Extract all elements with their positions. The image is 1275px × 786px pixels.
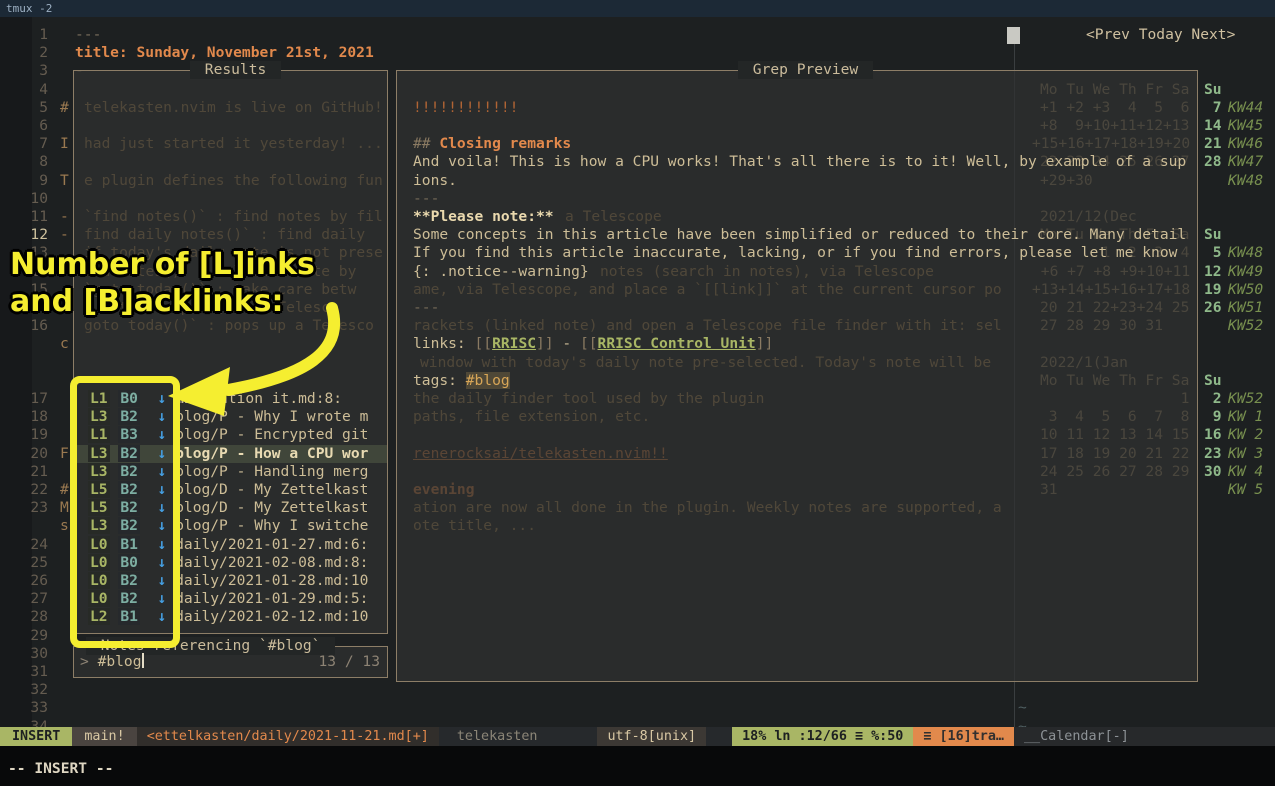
plugin-name: telekasten xyxy=(439,727,556,746)
preview-line: --- xyxy=(413,190,439,209)
current-filename: <ettelkasten/daily/2021-11-21.md[+] xyxy=(137,727,439,746)
preview-line: If you find this article inaccurate, lac… xyxy=(413,244,1177,263)
preview-text: links: xyxy=(413,335,475,352)
preview-line: --- xyxy=(413,299,439,318)
result-filename: …i mention it.md:8: xyxy=(175,390,342,407)
search-prompt-input[interactable]: > #blog xyxy=(80,653,144,672)
terminal-screen: tmux -2 12345#67I89T1011-12-1314-15-e16c… xyxy=(0,0,1275,786)
preview-line: Some concepts in this article have been … xyxy=(413,226,1186,245)
preview-line: ions. xyxy=(413,172,457,191)
command-line-message: -- INSERT -- xyxy=(8,760,113,777)
result-filename: blog/D - My Zettelkast xyxy=(175,481,368,498)
preview-text: - xyxy=(554,335,580,352)
cursor-position: 18% ln :12/66 ≡ %:50 xyxy=(732,727,913,746)
preview-text: If you find this article inaccurate, lac… xyxy=(413,244,1177,261)
preview-line: And voila! This is how a CPU works! That… xyxy=(413,153,1186,172)
result-counter: 13 / 13 xyxy=(230,653,380,672)
annotation-line-2: and [B]acklinks: xyxy=(10,283,315,320)
wiki-link: RRISC xyxy=(492,335,536,352)
result-filename: blog/P - Why I wrote m xyxy=(175,408,368,425)
result-filename: blog/P - How a CPU wor xyxy=(175,445,368,462)
result-filename: blog/D - My Zettelkast xyxy=(175,499,368,516)
annotation-text: Number of [L]inks and [B]acklinks: xyxy=(10,246,315,320)
statusline: INSERT main! <ettelkasten/daily/2021-11-… xyxy=(0,727,1014,746)
result-filename: daily/2021-01-27.md:6: xyxy=(175,536,368,553)
git-branch: main! xyxy=(72,727,136,746)
preview-text: tags: xyxy=(413,372,466,389)
preview-text: And voila! This is how a CPU works! That… xyxy=(413,153,1186,170)
preview-text: ## xyxy=(413,135,439,152)
preview-line: links: [[RRISC]] - [[RRISC Control Unit]… xyxy=(413,335,773,354)
calendar-status-text: __Calendar[-] xyxy=(1024,729,1129,744)
result-filename: blog/P - Encrypted git xyxy=(175,426,368,443)
preview-text: ]] xyxy=(536,335,554,352)
preview-text: ions. xyxy=(413,172,457,189)
preview-line: {: .notice--warning} xyxy=(413,263,589,282)
links-backlinks-highlight-box xyxy=(70,376,180,648)
tag-chip: #blog xyxy=(466,372,510,389)
preview-text: ]] xyxy=(756,335,774,352)
buffer-indicator: ≡ [16]tra… xyxy=(913,727,1014,746)
wiki-link: RRISC Control Unit xyxy=(598,335,756,352)
preview-text: !!!!!!!!!!!! xyxy=(413,99,518,116)
result-filename: daily/2021-01-28.md:10 xyxy=(175,572,368,589)
preview-line: ## Closing remarks xyxy=(413,135,571,154)
mode-indicator: INSERT xyxy=(0,727,72,746)
result-filename: daily/2021-02-08.md:8: xyxy=(175,554,368,571)
preview-text: [[ xyxy=(475,335,493,352)
prompt-query: #blog xyxy=(98,653,142,670)
text-cursor xyxy=(142,653,144,668)
preview-text: {: .notice--warning} xyxy=(413,263,589,280)
file-encoding: utf-8[unix] xyxy=(597,727,706,746)
result-filename: daily/2021-02-12.md:10 xyxy=(175,608,368,625)
preview-line: **Please note:** xyxy=(413,208,554,227)
preview-text: --- xyxy=(413,190,439,207)
preview-text: **Please note:** xyxy=(413,208,554,225)
preview-text: [[ xyxy=(580,335,598,352)
floating-windows-text: > #blog 13 / 13 L1 B0 ↓ …i mention it.md… xyxy=(0,0,1275,786)
preview-text: --- xyxy=(413,299,439,316)
result-filename: blog/P - Handling merg xyxy=(175,463,368,480)
preview-text: Closing remarks xyxy=(439,135,571,152)
preview-line: tags: #blog xyxy=(413,372,510,391)
prompt-marker: > xyxy=(80,653,98,670)
result-filename: blog/P - Why I switche xyxy=(175,517,368,534)
calendar-statusline: __Calendar[-] xyxy=(1014,727,1275,746)
preview-text: Some concepts in this article have been … xyxy=(413,226,1186,243)
annotation-line-1: Number of [L]inks xyxy=(10,246,315,283)
result-filename: daily/2021-01-29.md:5: xyxy=(175,590,368,607)
preview-line: !!!!!!!!!!!! xyxy=(413,99,518,118)
statusline-spacer xyxy=(555,727,597,746)
